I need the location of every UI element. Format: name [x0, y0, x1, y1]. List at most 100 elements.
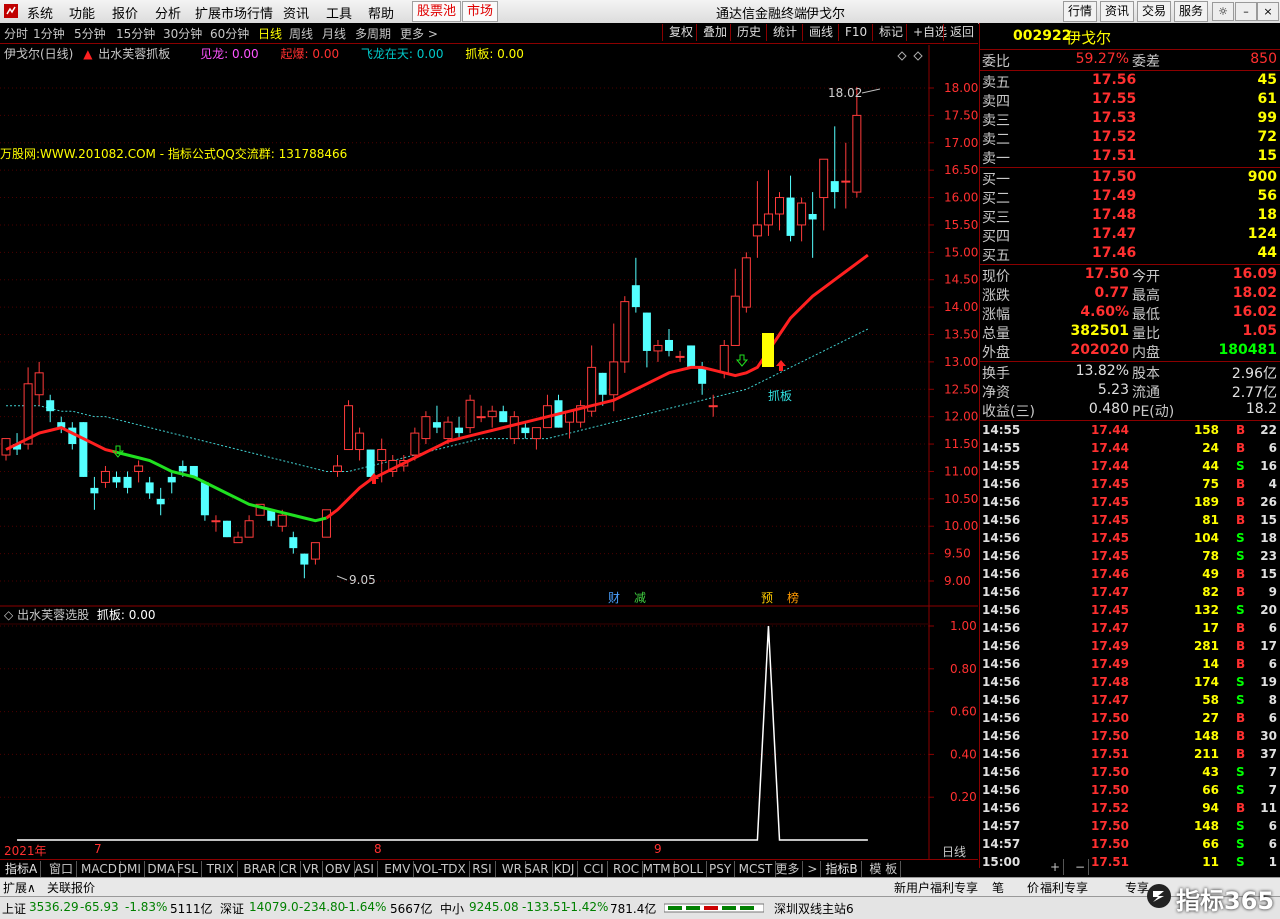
menu-function[interactable]: 功能: [69, 3, 95, 22]
tool-draw[interactable]: 画线: [802, 24, 839, 41]
period-more[interactable]: 更多 >: [400, 25, 438, 42]
candle-body: [23, 383, 33, 445]
order-book-row[interactable]: 卖四 17.55 61: [980, 91, 1280, 110]
benefit-link[interactable]: 福利专享: [1040, 879, 1088, 896]
order-book-row[interactable]: 买三 17.48 18: [980, 207, 1280, 226]
period-60min[interactable]: 60分钟: [210, 25, 249, 42]
event-cai[interactable]: 财: [608, 591, 620, 605]
zoom-in-icon[interactable]: +: [1047, 859, 1065, 875]
candle: [521, 422, 530, 439]
indicator-tab-fsl[interactable]: FSL: [174, 861, 202, 877]
top-info-button[interactable]: 资讯: [1100, 1, 1135, 22]
indicator-tab--1[interactable]: 窗口: [46, 861, 78, 877]
order-book-row[interactable]: 买四 17.47 124: [980, 226, 1280, 245]
tool-stats[interactable]: 统计: [766, 24, 803, 41]
sub-chart-collapse-icon[interactable]: ◇: [4, 608, 13, 622]
tool-back[interactable]: 返回: [943, 24, 980, 41]
indicator-tab-a-0[interactable]: 指标A: [2, 861, 42, 877]
tool-f10[interactable]: F10: [838, 24, 873, 41]
period-30min[interactable]: 30分钟: [163, 25, 202, 42]
indicator-tab-cr[interactable]: CR: [277, 861, 301, 877]
zoom-out-icon[interactable]: −: [1072, 859, 1090, 875]
period-monthly[interactable]: 月线: [322, 25, 346, 42]
indicator-tab-emv[interactable]: EMV: [381, 861, 415, 877]
menu-tools[interactable]: 工具: [326, 3, 352, 22]
indicator-tab--27[interactable]: 模 板: [866, 861, 902, 877]
tick-volume: 75: [1202, 477, 1219, 491]
top-quote-button[interactable]: 行情: [1063, 1, 1098, 22]
indicator-tab-b-26[interactable]: 指标B: [822, 861, 862, 877]
indicator-tab-vr[interactable]: VR: [300, 861, 324, 877]
period-fenshi[interactable]: 分时: [4, 25, 28, 42]
tick-count: 6: [1268, 621, 1277, 635]
indicator-tab-dmi[interactable]: DMI: [115, 861, 145, 877]
candle-body: [145, 482, 154, 494]
indicator-tab-trix[interactable]: TRIX: [204, 861, 239, 877]
top-service-button[interactable]: 服务: [1174, 1, 1209, 22]
market-button[interactable]: 市场: [462, 1, 499, 22]
indicator-tab-rsi[interactable]: RSI: [469, 861, 496, 877]
tool-history[interactable]: 历史: [730, 24, 767, 41]
period-daily[interactable]: 日线: [258, 25, 282, 42]
minimize-icon[interactable]: –: [1235, 2, 1257, 21]
sub-chart-label[interactable]: 出水芙蓉选股: [17, 608, 89, 622]
order-book-row[interactable]: 买一 17.50 900: [980, 169, 1280, 188]
order-book-row[interactable]: 买二 17.49 56: [980, 188, 1280, 207]
settings-icon[interactable]: ☼: [1212, 2, 1234, 21]
period-weekly[interactable]: 周线: [289, 25, 313, 42]
indicator-tab-brar[interactable]: BRAR: [240, 861, 281, 877]
ext-bi[interactable]: 笔: [992, 879, 1004, 896]
indicator-tab-sar[interactable]: SAR: [521, 861, 553, 877]
tick-time: 14:56: [982, 765, 1021, 779]
order-book-row[interactable]: 卖五 17.56 45: [980, 72, 1280, 91]
indicator-tab-boll[interactable]: BOLL: [669, 861, 708, 877]
tool-mark[interactable]: 标记: [872, 24, 909, 41]
indicator-tab-asi[interactable]: ASI: [352, 861, 378, 877]
top-trade-button[interactable]: 交易: [1137, 1, 1172, 22]
indicator-tab-[interactable]: 更多: [772, 861, 804, 877]
formula-name[interactable]: 出水芙蓉抓板: [98, 47, 170, 61]
menu-ext-market[interactable]: 扩展市场行情: [195, 3, 273, 22]
tool-overlay[interactable]: 叠加: [696, 24, 733, 41]
menu-help[interactable]: 帮助: [368, 3, 394, 22]
period-15min[interactable]: 15分钟: [116, 25, 155, 42]
indicator-tab-cci[interactable]: CCI: [580, 861, 608, 877]
server-status[interactable]: 深圳双线主站6: [774, 900, 854, 917]
ext-jia[interactable]: 价: [1027, 879, 1039, 896]
tool-fuquan[interactable]: 复权: [662, 24, 699, 41]
candle: [786, 175, 795, 242]
kline-chart[interactable]: 18.00 17.50 17.00 16.50 16.00 15.50 15.00 14.50…: [0, 43, 978, 863]
period-multi[interactable]: 多周期: [355, 25, 391, 42]
event-bang[interactable]: 榜: [787, 590, 799, 605]
stock-pool-button[interactable]: 股票池: [412, 1, 462, 22]
order-book-row[interactable]: 卖三 17.53 99: [980, 110, 1280, 129]
indicator-tab-mcst[interactable]: MCST: [736, 861, 777, 877]
candle: [797, 197, 807, 242]
menu-analysis[interactable]: 分析: [155, 3, 181, 22]
menu-quote[interactable]: 报价: [112, 3, 138, 22]
order-book-row[interactable]: 卖一 17.51 15: [980, 148, 1280, 167]
order-book-row[interactable]: 卖二 17.52 72: [980, 129, 1280, 148]
diamond-icon[interactable]: [897, 51, 907, 61]
period-1min[interactable]: 1分钟: [33, 25, 65, 42]
indicator-tab-obv[interactable]: OBV: [322, 861, 355, 877]
indicator-tab-kdj[interactable]: KDJ: [551, 861, 579, 877]
ext-toggle[interactable]: 扩展∧: [3, 879, 36, 896]
order-book-row[interactable]: 买五 17.46 44: [980, 245, 1280, 264]
period-5min[interactable]: 5分钟: [74, 25, 106, 42]
new-user-benefit-link[interactable]: 新用户福利专享: [894, 879, 978, 896]
diamond-icon[interactable]: [913, 51, 923, 61]
menu-system[interactable]: 系统: [27, 3, 53, 22]
tick-row: 14:56 17.50 66 S 7: [980, 783, 1280, 801]
close-icon[interactable]: ×: [1257, 2, 1279, 21]
event-jian[interactable]: 减: [634, 591, 646, 605]
indicator-tab-psy[interactable]: PSY: [706, 861, 736, 877]
tick-row: 14:56 17.45 132 S 20: [980, 603, 1280, 621]
related-quote-tab[interactable]: 关联报价: [47, 879, 95, 896]
indicator-tab-voltdx[interactable]: VOL-TDX: [411, 861, 470, 877]
indicator-tab-roc[interactable]: ROC: [610, 861, 644, 877]
event-yu[interactable]: 预: [761, 591, 773, 605]
tick-side: S: [1236, 603, 1245, 617]
indicator-tab--25[interactable]: >: [804, 861, 822, 877]
menu-info[interactable]: 资讯: [283, 3, 309, 22]
